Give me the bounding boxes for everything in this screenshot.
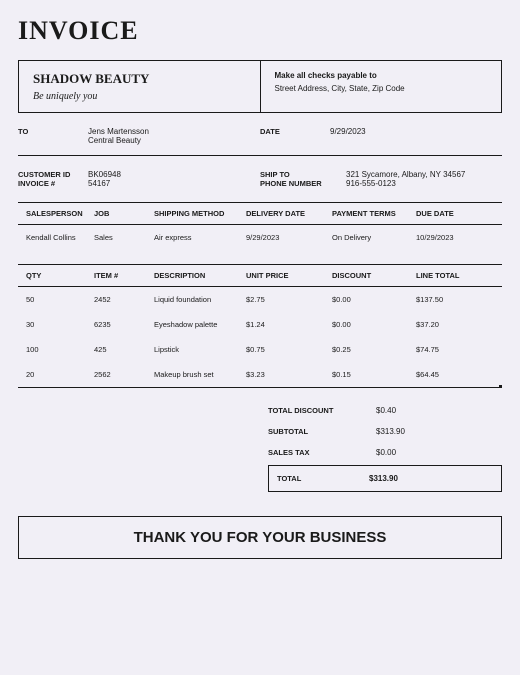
cell: $0.00 — [330, 295, 414, 304]
invoice-num: 54167 — [88, 179, 121, 188]
col-terms: PAYMENT TERMS — [330, 209, 414, 218]
total-label: TOTAL — [269, 474, 361, 483]
customer-id-label: CUSTOMER ID — [18, 170, 88, 179]
date-value: 9/29/2023 — [330, 127, 366, 145]
shipping-method: Air express — [152, 233, 244, 242]
subtotal-label: SUBTOTAL — [268, 427, 368, 436]
cell: 425 — [92, 345, 152, 354]
col-qty: QTY — [18, 271, 92, 280]
cell: 6235 — [92, 320, 152, 329]
cell: $0.00 — [330, 320, 414, 329]
items-divider — [18, 387, 502, 388]
cell: Makeup brush set — [152, 370, 244, 379]
payable-block: Make all checks payable to Street Addres… — [261, 61, 502, 112]
cell: $1.24 — [244, 320, 330, 329]
col-job: JOB — [92, 209, 152, 218]
delivery-date: 9/29/2023 — [244, 233, 330, 242]
cell: 2562 — [92, 370, 152, 379]
col-item: ITEM # — [92, 271, 152, 280]
cell: $137.50 — [414, 295, 498, 304]
to-name: Jens Martensson — [88, 127, 149, 136]
cell: $0.25 — [330, 345, 414, 354]
items-header: QTY ITEM # DESCRIPTION UNIT PRICE DISCOU… — [18, 264, 502, 287]
col-method: SHIPPING METHOD — [152, 209, 244, 218]
job: Sales — [92, 233, 152, 242]
total-discount-label: TOTAL DISCOUNT — [268, 406, 368, 415]
company-name: SHADOW BEAUTY — [33, 71, 246, 87]
header-box: SHADOW BEAUTY Be uniquely you Make all c… — [18, 60, 502, 113]
customer-id: BK06948 — [88, 170, 121, 179]
salesperson: Kendall Collins — [18, 233, 92, 242]
col-desc: DESCRIPTION — [152, 271, 244, 280]
cell: $2.75 — [244, 295, 330, 304]
payable-label: Make all checks payable to — [275, 71, 488, 80]
cell: $37.20 — [414, 320, 498, 329]
divider — [18, 155, 502, 156]
cell: $3.23 — [244, 370, 330, 379]
table-row: 202562Makeup brush set$3.23$0.15$64.45 — [18, 362, 502, 387]
table-row: 100425Lipstick$0.75$0.25$74.75 — [18, 337, 502, 362]
ship-address: 321 Sycamore, Albany, NY 34567 — [346, 170, 465, 179]
totals-block: TOTAL DISCOUNT $0.40 SUBTOTAL $313.90 SA… — [268, 400, 502, 492]
table-row: 502452Liquid foundation$2.75$0.00$137.50 — [18, 287, 502, 312]
invoice-title: INVOICE — [18, 16, 502, 46]
table-row: 306235Eyeshadow palette$1.24$0.00$37.20 — [18, 312, 502, 337]
total-box: TOTAL $313.90 — [268, 465, 502, 492]
payment-terms: On Delivery — [330, 233, 414, 242]
tax: $0.00 — [368, 448, 448, 457]
cell: Lipstick — [152, 345, 244, 354]
phone-label: PHONE NUMBER — [260, 179, 346, 188]
to-company: Central Beauty — [88, 136, 149, 145]
cell: $64.45 — [414, 370, 498, 379]
due-date: 10/29/2023 — [414, 233, 498, 242]
cell: 100 — [18, 345, 92, 354]
cell: 20 — [18, 370, 92, 379]
to-date-row: TO Jens Martensson Central Beauty DATE 9… — [18, 127, 502, 145]
ship-phone: 916-555-0123 — [346, 179, 465, 188]
cell: Liquid foundation — [152, 295, 244, 304]
col-salesperson: SALESPERSON — [18, 209, 92, 218]
shipping-row: Kendall Collins Sales Air express 9/29/2… — [18, 225, 502, 250]
col-due: DUE DATE — [414, 209, 498, 218]
payable-address: Street Address, City, State, Zip Code — [275, 84, 488, 93]
thank-you: THANK YOU FOR YOUR BUSINESS — [18, 516, 502, 559]
total-discount: $0.40 — [368, 406, 448, 415]
shipping-header: SALESPERSON JOB SHIPPING METHOD DELIVERY… — [18, 202, 502, 225]
cell: 30 — [18, 320, 92, 329]
col-total: LINE TOTAL — [414, 271, 498, 280]
date-label: DATE — [260, 127, 330, 145]
company-block: SHADOW BEAUTY Be uniquely you — [19, 61, 261, 112]
col-price: UNIT PRICE — [244, 271, 330, 280]
invoice-num-label: INVOICE # — [18, 179, 88, 188]
cell: $0.75 — [244, 345, 330, 354]
total: $313.90 — [361, 474, 441, 483]
to-label: TO — [18, 127, 88, 145]
cell: $74.75 — [414, 345, 498, 354]
cell: 50 — [18, 295, 92, 304]
subtotal: $313.90 — [368, 427, 448, 436]
customer-ship-row: CUSTOMER ID INVOICE # BK06948 54167 SHIP… — [18, 170, 502, 188]
cell: $0.15 — [330, 370, 414, 379]
cell: 2452 — [92, 295, 152, 304]
col-delivery: DELIVERY DATE — [244, 209, 330, 218]
tax-label: SALES TAX — [268, 448, 368, 457]
col-disc: DISCOUNT — [330, 271, 414, 280]
shipto-label: SHIP TO — [260, 170, 346, 179]
company-tagline: Be uniquely you — [33, 91, 246, 102]
cell: Eyeshadow palette — [152, 320, 244, 329]
